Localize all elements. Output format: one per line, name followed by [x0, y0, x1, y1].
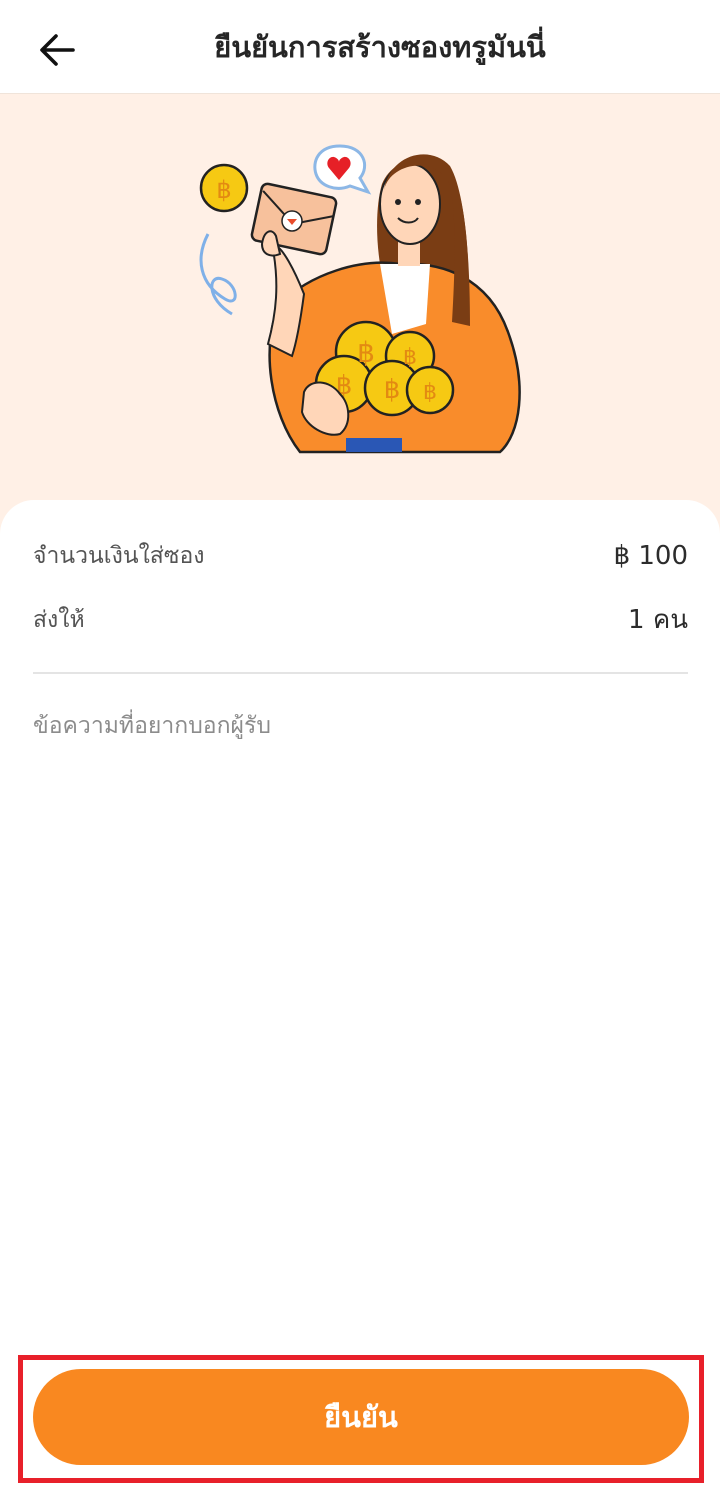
page-title: ยืนยันการสร้างซองทรูมันนี่	[214, 30, 546, 64]
recipients-row: ส่งให้ 1 คน	[33, 599, 688, 640]
back-button[interactable]	[22, 18, 92, 82]
recipients-label: ส่งให้	[33, 606, 85, 633]
amount-row: จำนวนเงินใส่ซอง ฿ 100	[33, 538, 688, 574]
amount-label: จำนวนเงินใส่ซอง	[33, 543, 205, 569]
recipients-value: 1 คน	[628, 605, 688, 635]
amount-value: ฿ 100	[613, 541, 688, 571]
swirl-decoration	[199, 233, 237, 316]
svg-text:฿: ฿	[403, 345, 417, 370]
svg-text:฿: ฿	[216, 176, 231, 204]
message-field[interactable]: ข้อความที่อยากบอกผู้รับ	[33, 708, 271, 744]
woman-with-coins-illustration: ฿ ฿ ฿ ฿ ฿ ฿	[199, 144, 521, 454]
svg-text:฿: ฿	[357, 336, 375, 369]
svg-text:฿: ฿	[423, 380, 437, 405]
divider	[33, 672, 688, 674]
confirm-button[interactable]: ยืนยัน	[33, 1369, 689, 1465]
top-bar: ยืนยันการสร้างซองทรูมันนี่	[0, 0, 720, 94]
svg-text:฿: ฿	[384, 375, 401, 405]
hero-banner: ฿ ฿ ฿ ฿ ฿ ฿	[0, 94, 720, 534]
arrow-left-icon	[40, 34, 75, 66]
